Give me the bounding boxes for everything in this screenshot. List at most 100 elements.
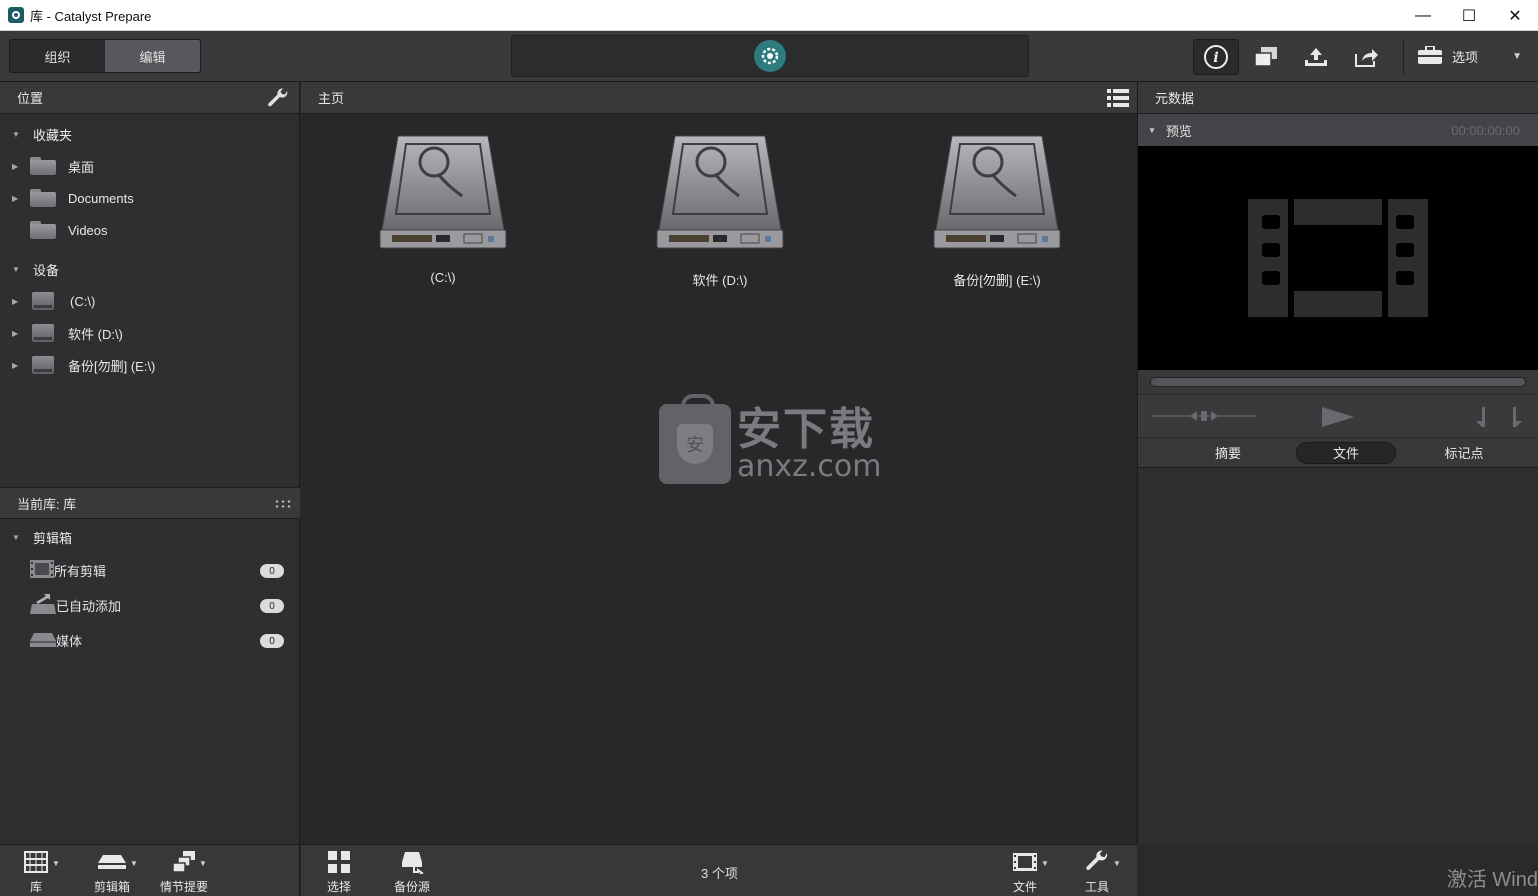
tools-button[interactable]: ▼ 工具	[1085, 850, 1121, 895]
devices-group[interactable]: ▼ 设备	[0, 253, 299, 285]
expand-right-icon[interactable]: ▶	[12, 329, 26, 338]
hard-drive-icon	[933, 135, 1061, 249]
select-button[interactable]: 选择	[327, 850, 352, 895]
maximize-button[interactable]: ☐	[1446, 0, 1492, 31]
clipbin-item-auto-added[interactable]: 已自动添加 0	[0, 588, 300, 623]
chevron-down-icon: ▼	[1041, 858, 1049, 868]
backup-source-button[interactable]: 备份源	[394, 851, 430, 895]
drive-icon	[30, 323, 56, 343]
metadata-bottom-area: 激活 Wind	[1137, 844, 1538, 896]
watermark-en: anxz.com	[737, 449, 882, 484]
expand-right-icon[interactable]: ▶	[12, 361, 26, 370]
options-label: 选项	[1452, 50, 1479, 65]
locations-header: 位置	[0, 82, 299, 114]
favorite-item-videos[interactable]: Videos	[0, 214, 299, 246]
expand-down-icon[interactable]: ▼	[12, 533, 26, 542]
backup-drive-icon	[400, 850, 424, 877]
info-icon[interactable]: i	[1193, 38, 1239, 75]
svg-text:i: i	[1213, 50, 1218, 66]
expand-right-icon[interactable]: ▶	[12, 297, 26, 306]
metadata-header: 元数据	[1138, 82, 1538, 114]
hard-drive-icon	[656, 135, 784, 249]
upload-icon[interactable]	[1293, 39, 1339, 75]
timecode: 00:00:00:00	[1451, 122, 1520, 138]
options-menu[interactable]: 选项 ▼	[1418, 39, 1538, 75]
preview-area[interactable]	[1138, 146, 1538, 370]
scrub-bar[interactable]	[1150, 377, 1526, 387]
library-button[interactable]: ▼ 库	[24, 850, 60, 895]
copy-windows-icon[interactable]	[1243, 39, 1289, 75]
device-item-label: (C:\)	[70, 293, 96, 309]
app-icon	[8, 7, 24, 23]
drive-label: (C:\)	[430, 270, 456, 285]
favorites-group[interactable]: ▼ 收藏夹	[0, 118, 299, 150]
tab-summary[interactable]: 摘要	[1178, 442, 1278, 464]
window-controls: — ☐ ✕	[1400, 0, 1538, 31]
close-button[interactable]: ✕	[1492, 0, 1538, 31]
grip-handle-icon[interactable]	[274, 499, 291, 509]
clipbin-group[interactable]: ▼ 剪辑箱	[0, 521, 300, 553]
tab-organize[interactable]: 组织	[10, 40, 105, 72]
folder-icon	[30, 220, 56, 240]
clipbin-item-label: 所有剪辑	[54, 564, 107, 579]
expand-down-icon[interactable]: ▼	[1148, 126, 1156, 135]
tab-markers[interactable]: 标记点	[1414, 442, 1514, 464]
file-button[interactable]: ▼ 文件	[1013, 851, 1049, 895]
play-icon[interactable]	[1322, 407, 1354, 430]
device-item-c[interactable]: ▶ (C:\)	[0, 285, 299, 317]
drive-tile-e[interactable]: 备份[勿删] (E:\)	[897, 134, 1097, 289]
tab-edit[interactable]: 编辑	[105, 40, 200, 72]
mark-in-icon[interactable]	[1476, 407, 1486, 430]
main-toolbar: 组织 编辑 i 选项 ▼	[0, 31, 1538, 82]
preview-header[interactable]: ▼ 预览 00:00:00:00	[1138, 114, 1538, 146]
device-item-d[interactable]: ▶ 软件 (D:\)	[0, 317, 299, 349]
clipbin-label: 剪辑箱	[33, 530, 73, 546]
chevron-down-icon: ▼	[130, 858, 138, 868]
expand-right-icon[interactable]: ▶	[12, 162, 26, 171]
wrench-icon	[1085, 850, 1109, 877]
backup-source-button-label: 备份源	[394, 880, 431, 894]
select-button-label: 选择	[327, 880, 352, 894]
count-badge: 0	[260, 599, 284, 613]
expand-down-icon[interactable]: ▼	[12, 130, 26, 139]
count-badge: 0	[260, 634, 284, 648]
mark-out-icon[interactable]	[1512, 407, 1522, 430]
metadata-panel: 元数据 ▼ 预览 00:00:00:00 摘要 文件 标记点	[1137, 82, 1538, 844]
favorite-item-desktop[interactable]: ▶ 桌面	[0, 150, 299, 182]
toolbar-right: i 选项 ▼	[1193, 31, 1538, 82]
hard-drive-icon	[379, 135, 507, 249]
library-button-label: 库	[29, 880, 42, 894]
favorite-item-documents[interactable]: ▶ Documents	[0, 182, 299, 214]
minimize-button[interactable]: —	[1400, 0, 1446, 31]
share-icon[interactable]	[1343, 39, 1389, 75]
clipbin-item-all-clips[interactable]: 所有剪辑 0	[0, 553, 300, 588]
clipbin-item-media[interactable]: 媒体 0	[0, 623, 300, 658]
film-icon	[1248, 199, 1428, 317]
film-strip-icon	[1013, 852, 1038, 874]
library-icon	[24, 850, 48, 876]
device-item-e[interactable]: ▶ 备份[勿删] (E:\)	[0, 349, 299, 381]
device-item-label: 备份[勿删] (E:\)	[68, 358, 156, 374]
expand-right-icon[interactable]: ▶	[12, 194, 26, 203]
jog-shuttle-icon[interactable]	[1152, 409, 1256, 426]
window-title: 库 - Catalyst Prepare	[30, 8, 152, 24]
storyboard-button[interactable]: ▼ 情节提要	[160, 850, 220, 895]
clipbin-button[interactable]: ▼ 剪辑箱	[94, 851, 142, 895]
browser-header: 主页	[301, 82, 1137, 114]
toolbox-icon	[1418, 45, 1442, 67]
drive-icon	[30, 355, 56, 375]
current-library-header: 当前库: 库	[0, 487, 300, 519]
expand-down-icon[interactable]: ▼	[12, 265, 26, 274]
folder-icon	[30, 188, 56, 208]
storyboard-button-label: 情节提要	[160, 880, 209, 894]
auto-add-tray-icon	[30, 594, 56, 617]
locations-title: 位置	[17, 91, 44, 106]
catalyst-logo-icon	[754, 40, 786, 72]
tab-file[interactable]: 文件	[1296, 441, 1396, 464]
wrench-icon[interactable]	[267, 88, 289, 113]
list-view-icon[interactable]	[1107, 87, 1129, 112]
device-item-label: 软件 (D:\)	[68, 326, 123, 342]
drive-label: 备份[勿删] (E:\)	[953, 273, 1041, 288]
drive-tile-c[interactable]: (C:\)	[343, 134, 543, 285]
drive-tile-d[interactable]: 软件 (D:\)	[620, 134, 820, 289]
